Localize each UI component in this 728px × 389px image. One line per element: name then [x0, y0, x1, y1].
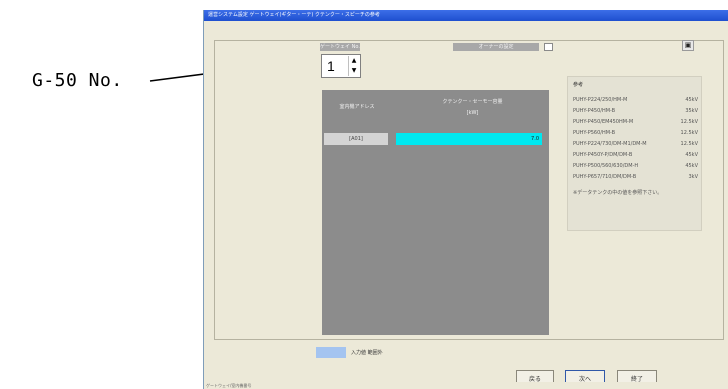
option-checkbox[interactable] — [544, 43, 553, 51]
status-bar: ゲートウェイ/室内機番号 — [204, 382, 728, 389]
legend-text: 入力値 範囲外 — [351, 350, 383, 356]
reference-model: PUHY-P450/EM450HM-M — [573, 119, 634, 125]
status-text: ゲートウェイ/室内機番号 — [206, 383, 252, 388]
reference-value: 12.5kV — [680, 119, 698, 125]
column-header-capacity-unit: [kW] — [466, 110, 479, 116]
reference-value: 35kV — [685, 108, 698, 114]
reference-row: PUHY-P450/HM-B 35kV — [573, 108, 698, 116]
reference-model: PUHY-P560/HM-B — [573, 130, 616, 136]
spin-up-icon[interactable]: ▲ — [348, 56, 359, 66]
window-titlebar[interactable]: 運営システム設定 ゲートウェイ(ギター・ーテ) クテンクー・スピーチの参考 — [204, 10, 728, 21]
g50-number-value[interactable]: 1 — [327, 58, 335, 74]
settings-icon[interactable]: ▣ — [682, 40, 694, 51]
reference-row: PUHY-P224/730/DM-M1/DM-M 12.5kV — [573, 141, 698, 149]
g50-number-label: ゲートウェイ No. — [320, 43, 360, 51]
reference-row: PUHY-P224/250/HM-M 45kV — [573, 97, 698, 105]
column-header-address: 室内機アドレス — [322, 90, 392, 124]
reference-title: 参考 — [573, 82, 584, 88]
reference-value: 12.5kV — [680, 130, 698, 136]
reference-model: PUHY-P224/730/DM-M1/DM-M — [573, 141, 647, 147]
reference-model: PUHY-P657/710/DM/DM-B — [573, 174, 637, 180]
reference-value: 45kV — [685, 163, 698, 169]
reference-row: PUHY-P450/EM450HM-M 12.5kV — [573, 119, 698, 127]
spin-down-icon[interactable]: ▼ — [348, 66, 359, 76]
callout-label: G-50 No. — [32, 70, 123, 91]
reference-note: ※データテンクの中の値を参照下さい。 — [573, 190, 663, 196]
dialog-window: 運営システム設定 ゲートウェイ(ギター・ーテ) クテンクー・スピーチの参考 ゲー… — [203, 10, 728, 389]
reference-row: PUHY-P500/560/630/DM-H 45kV — [573, 163, 698, 171]
unit-table: 室内機アドレス クテンクー・セーモー容量 [kW] [A01] 7.0 — [322, 90, 549, 335]
legend-swatch — [316, 347, 346, 358]
reference-model: PUHY-P450/HM-B — [573, 108, 616, 114]
g50-number-stepper[interactable]: 1 ▲ ▼ — [321, 54, 361, 78]
reference-value: 12.5kV — [680, 141, 698, 147]
reference-model: PUHY-P500/560/630/DM-H — [573, 163, 639, 169]
table-row-value[interactable]: 7.0 — [396, 133, 542, 145]
reference-value: 3kV — [688, 174, 699, 180]
reference-panel: 参考 PUHY-P224/250/HM-M 45kV PUHY-P450/HM-… — [567, 76, 702, 231]
reference-row: PUHY-P450Y-P/DM/DM-B 45kV — [573, 152, 698, 160]
reference-value: 45kV — [685, 152, 698, 158]
column-header-capacity: クテンクー・セーモー容量 [kW] — [396, 90, 549, 124]
reference-model: PUHY-P450Y-P/DM/DM-B — [573, 152, 633, 158]
option-label: オーナーの設定 — [453, 43, 539, 51]
reference-row: PUHY-P560/HM-B 12.5kV — [573, 130, 698, 138]
reference-model: PUHY-P224/250/HM-M — [573, 97, 628, 103]
column-header-capacity-title: クテンクー・セーモー容量 — [442, 99, 503, 105]
reference-row: PUHY-P657/710/DM/DM-B 3kV — [573, 174, 698, 182]
table-row-address[interactable]: [A01] — [324, 133, 388, 145]
reference-value: 45kV — [685, 97, 698, 103]
